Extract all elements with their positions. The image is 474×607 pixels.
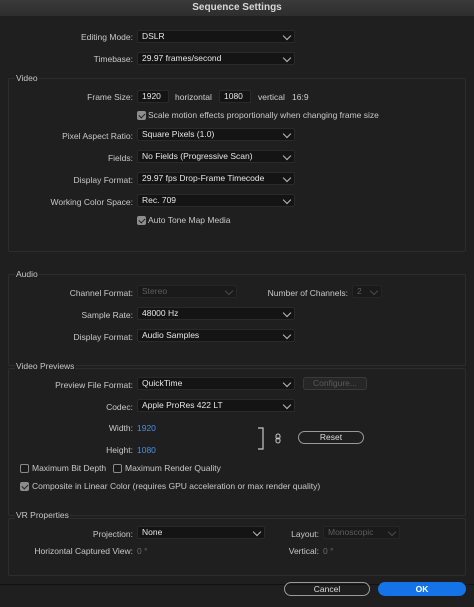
chevron-down-icon — [282, 400, 292, 410]
video-section — [8, 78, 466, 252]
chevron-down-icon — [282, 129, 292, 139]
vr-vertical-value[interactable]: 0 ° — [323, 546, 334, 556]
color-space-label: Working Color Space: — [50, 197, 133, 207]
layout-label: Layout: — [291, 529, 319, 539]
aspect-ratio-readout: 16:9 — [292, 92, 309, 102]
sample-rate-value: 48000 Hz — [142, 308, 179, 318]
dialog-content: Editing Mode: DSLR Timebase: 29.97 frame… — [0, 16, 474, 607]
fields-dropdown[interactable]: No Fields (Progressive Scan) — [137, 150, 295, 163]
chevron-down-icon — [387, 527, 397, 537]
chevron-down-icon — [252, 527, 262, 537]
preview-file-format-label: Preview File Format: — [55, 380, 133, 390]
display-format-dropdown[interactable]: 29.97 fps Drop-Frame Timecode — [137, 172, 295, 185]
scale-motion-label: Scale motion effects proportionally when… — [148, 110, 379, 120]
audio-display-format-label: Display Format: — [73, 332, 133, 342]
timebase-dropdown[interactable]: 29.97 frames/second — [137, 52, 295, 65]
chevron-down-icon — [282, 308, 292, 318]
horizontal-captured-view-label: Horizontal Captured View: — [34, 546, 133, 556]
fields-value: No Fields (Progressive Scan) — [142, 151, 253, 161]
max-render-quality-checkbox[interactable] — [113, 464, 122, 473]
chevron-down-icon — [282, 173, 292, 183]
projection-label: Projection: — [92, 529, 133, 539]
max-bit-depth-label: Maximum Bit Depth — [32, 463, 107, 473]
display-format-value: 29.97 fps Drop-Frame Timecode — [142, 173, 265, 183]
frame-size-label: Frame Size: — [87, 92, 133, 102]
timebase-value: 29.97 frames/second — [142, 53, 222, 63]
preview-height-value[interactable]: 1080 — [137, 445, 156, 455]
codec-label: Codec: — [106, 402, 133, 412]
preview-width-value[interactable]: 1920 — [137, 423, 156, 433]
pixel-aspect-label: Pixel Aspect Ratio: — [62, 131, 133, 141]
editing-mode-label: Editing Mode: — [81, 32, 133, 42]
color-space-value: Rec. 709 — [142, 195, 177, 205]
max-render-quality-label: Maximum Render Quality — [125, 463, 221, 473]
codec-dropdown[interactable]: Apple ProRes 422 LT — [137, 399, 295, 412]
frame-width-input[interactable]: 1920 — [137, 90, 169, 103]
projection-value: None — [142, 527, 163, 537]
chevron-down-icon — [282, 151, 292, 161]
configure-button[interactable]: Configure... — [303, 377, 367, 390]
audio-display-format-dropdown[interactable]: Audio Samples — [137, 329, 295, 342]
channel-format-label: Channel Format: — [69, 288, 133, 298]
num-channels-value: 2 — [357, 286, 362, 296]
chevron-down-icon — [282, 330, 292, 340]
pixel-aspect-dropdown[interactable]: Square Pixels (1.0) — [137, 128, 295, 141]
cancel-button[interactable]: Cancel — [284, 582, 370, 596]
chevron-down-icon — [282, 31, 292, 41]
pixel-aspect-value: Square Pixels (1.0) — [142, 129, 215, 139]
display-format-label: Display Format: — [73, 175, 133, 185]
frame-height-input[interactable]: 1080 — [219, 90, 251, 103]
horizontal-label: horizontal — [175, 92, 212, 102]
editing-mode-dropdown[interactable]: DSLR — [137, 30, 295, 43]
num-channels-label: Number of Channels: — [267, 288, 348, 298]
linear-color-checkbox[interactable] — [20, 482, 29, 491]
link-bracket-icon[interactable] — [257, 427, 287, 451]
color-space-dropdown[interactable]: Rec. 709 — [137, 194, 295, 207]
auto-tone-label: Auto Tone Map Media — [148, 215, 231, 225]
audio-section-title: Audio — [15, 269, 39, 279]
auto-tone-checkbox[interactable] — [137, 216, 146, 225]
scale-motion-checkbox[interactable] — [137, 111, 146, 120]
vr-vertical-label: Vertical: — [288, 546, 319, 556]
num-channels-dropdown[interactable]: 2 — [352, 285, 382, 298]
channel-format-dropdown[interactable]: Stereo — [137, 285, 237, 298]
fields-label: Fields: — [107, 153, 133, 163]
video-section-title: Video — [15, 73, 39, 83]
channel-format-value: Stereo — [142, 286, 168, 296]
preview-file-format-value: QuickTime — [142, 378, 183, 388]
layout-dropdown[interactable]: Monoscopic — [323, 526, 400, 539]
chevron-down-icon — [282, 378, 292, 388]
chevron-down-icon — [282, 195, 292, 205]
editing-mode-value: DSLR — [142, 31, 165, 41]
window-title: Sequence Settings — [0, 0, 474, 17]
reset-button[interactable]: Reset — [298, 431, 364, 444]
preview-file-format-dropdown[interactable]: QuickTime — [137, 377, 295, 390]
preview-width-label: Width: — [108, 423, 133, 433]
projection-dropdown[interactable]: None — [137, 526, 265, 539]
chevron-down-icon — [282, 53, 292, 63]
video-previews-section-title: Video Previews — [15, 361, 76, 371]
linear-color-label: Composite in Linear Color (requires GPU … — [32, 481, 321, 491]
preview-height-label: Height: — [106, 445, 133, 455]
vertical-label: vertical — [258, 92, 285, 102]
timebase-label: Timebase: — [93, 54, 133, 64]
audio-display-format-value: Audio Samples — [142, 330, 200, 340]
video-previews-section — [8, 368, 466, 516]
chevron-down-icon — [224, 286, 234, 296]
chevron-down-icon — [369, 286, 379, 296]
layout-value: Monoscopic — [328, 527, 374, 537]
vr-properties-section-title: VR Properties — [15, 510, 70, 520]
codec-value: Apple ProRes 422 LT — [142, 400, 223, 410]
sample-rate-label: Sample Rate: — [81, 310, 134, 320]
ok-button[interactable]: OK — [378, 582, 466, 596]
max-bit-depth-checkbox[interactable] — [20, 464, 29, 473]
sample-rate-dropdown[interactable]: 48000 Hz — [137, 307, 295, 320]
horizontal-captured-view-value[interactable]: 0 ° — [137, 546, 148, 556]
